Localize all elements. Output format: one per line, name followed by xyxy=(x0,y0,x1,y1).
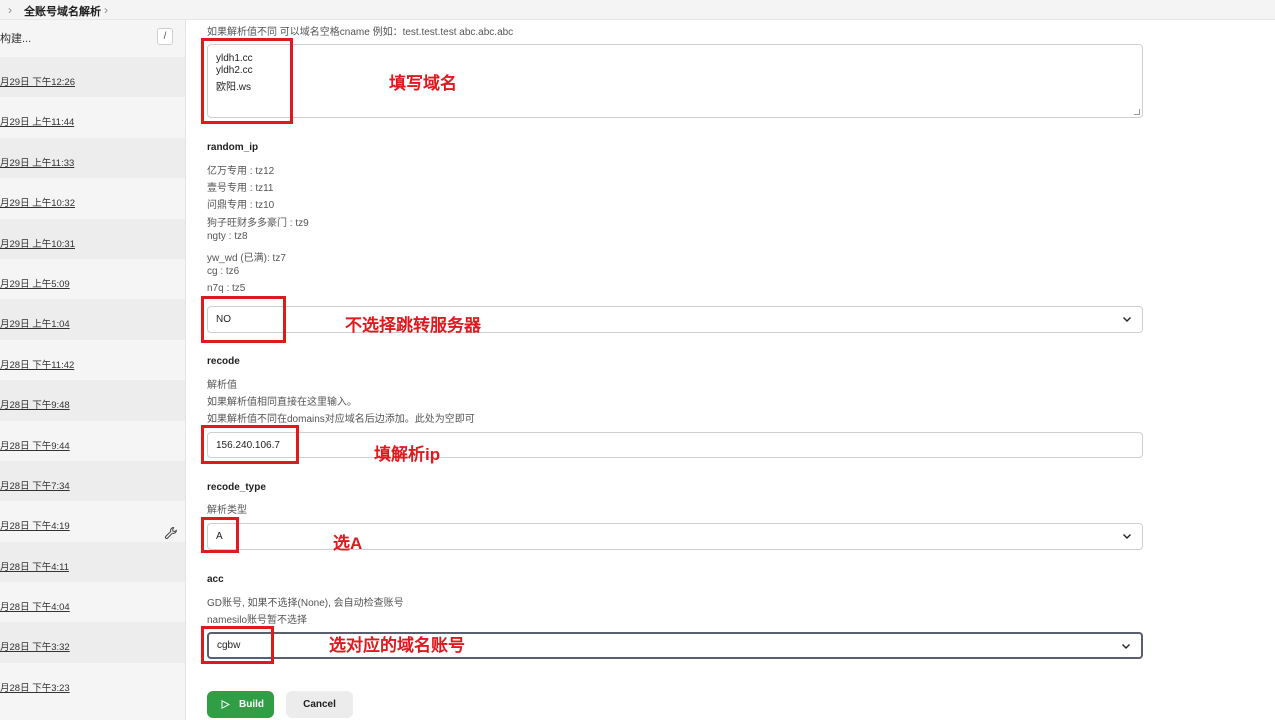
build-link[interactable]: 月28日 下午4:04 xyxy=(0,599,70,613)
filter-shortcut-key: / xyxy=(157,28,173,45)
cancel-button[interactable]: Cancel xyxy=(286,691,353,718)
annotation-note-acc: 选对应的域名账号 xyxy=(329,636,465,655)
annotation-box-recode-type xyxy=(201,517,239,553)
build-link[interactable]: 月29日 上午10:32 xyxy=(0,195,75,209)
annotation-note-random-ip: 不选择跳转服务器 xyxy=(345,316,481,335)
history-row: 月28日 下午3:32 xyxy=(0,622,185,663)
breadcrumb-chevron-icon: › xyxy=(8,3,12,17)
history-row: 月29日 上午10:32 xyxy=(0,178,185,218)
recode-desc: 解析值 xyxy=(207,380,237,391)
resize-handle-icon[interactable] xyxy=(1134,109,1140,115)
history-row: 月28日 下午4:11 xyxy=(0,541,185,583)
build-link[interactable]: 月28日 下午11:42 xyxy=(0,357,74,371)
acc-desc: GD账号, 如果不选择(None), 会自动检查账号 xyxy=(207,598,404,609)
recode-label: recode xyxy=(207,356,240,367)
history-row: 月28日 下午9:48 xyxy=(0,380,185,421)
domains-hint: 如果解析值不同 可以域名空格cname 例如：test.test.test ab… xyxy=(207,27,514,38)
annotation-note-domains: 填写域名 xyxy=(389,74,457,93)
chevron-down-icon xyxy=(1123,317,1131,322)
build-filter-placeholder: 构建... xyxy=(0,33,32,45)
random-ip-label: random_ip xyxy=(207,142,259,153)
history-row: 月28日 下午11:42 xyxy=(0,340,185,380)
recode-desc: 如果解析值相同直接在这里输入。 xyxy=(207,397,357,408)
random-ip-option-desc: 问鼎专用 : tz10 xyxy=(207,200,275,211)
build-link[interactable]: 月28日 下午7:34 xyxy=(0,478,70,492)
random-ip-option-desc: 壹号专用 : tz11 xyxy=(207,183,274,194)
build-filter[interactable]: 构建... / xyxy=(0,26,178,50)
breadcrumb-chevron-icon: › xyxy=(104,3,108,17)
build-link[interactable]: 月29日 上午11:44 xyxy=(0,114,74,128)
chevron-down-icon xyxy=(1123,534,1131,539)
random-ip-option-desc: ngty : tz8 xyxy=(207,231,248,242)
history-row: 月29日 上午10:31 xyxy=(0,218,185,259)
build-parameters-form: 如果解析值不同 可以域名空格cname 例如：test.test.test ab… xyxy=(186,20,1275,720)
build-link[interactable]: 月29日 上午1:04 xyxy=(0,316,70,330)
history-row: 月28日 下午9:44 xyxy=(0,421,185,461)
breadcrumb: › 全账号域名解析 › xyxy=(0,0,1275,20)
history-row: 月28日 下午7:34 xyxy=(0,460,185,502)
history-row: 月29日 上午11:44 xyxy=(0,97,185,137)
history-row: 月29日 上午5:09 xyxy=(0,259,185,299)
annotation-box-random-ip xyxy=(201,296,286,343)
recode-type-desc: 解析类型 xyxy=(207,505,247,516)
recode-type-label: recode_type xyxy=(207,482,266,493)
history-row: 月29日 下午12:26 xyxy=(0,57,185,98)
annotation-box-domains xyxy=(201,38,293,124)
build-link[interactable]: 月29日 上午11:33 xyxy=(0,155,74,169)
build-link[interactable]: 月28日 下午4:11 xyxy=(0,559,69,573)
annotation-note-recode: 填解析ip xyxy=(374,445,441,464)
annotation-box-acc xyxy=(201,626,274,664)
random-ip-option-desc: 狗子旺财多多豪门 : tz9 xyxy=(207,218,309,229)
random-ip-option-desc: yw_wd (已满): tz7 xyxy=(207,253,286,264)
history-row: 月28日 下午3:23 xyxy=(0,663,185,703)
chevron-down-icon xyxy=(1122,644,1130,649)
recode-desc: 如果解析值不同在domains对应域名后边添加。此处为空即可 xyxy=(207,414,475,425)
build-link[interactable]: 月28日 下午3:32 xyxy=(0,639,70,653)
build-link[interactable]: 月29日 上午5:09 xyxy=(0,276,70,290)
random-ip-option-desc: 亿万专用 : tz12 xyxy=(207,166,275,177)
build-link[interactable]: 月28日 下午4:19 xyxy=(0,518,70,532)
history-row: 月29日 上午1:04 xyxy=(0,299,185,340)
breadcrumb-job-link[interactable]: 全账号域名解析 xyxy=(24,3,101,19)
build-button[interactable]: Build xyxy=(207,691,274,718)
build-link[interactable]: 月29日 下午12:26 xyxy=(0,74,75,88)
annotation-box-recode xyxy=(201,425,299,464)
domains-textarea[interactable]: yldh1.cc yldh2.cc 欧阳.ws xyxy=(207,44,1143,118)
annotation-note-recode-type: 选A xyxy=(333,534,363,553)
build-link[interactable]: 月28日 下午9:48 xyxy=(0,397,70,411)
recode-input[interactable]: 156.240.106.7 xyxy=(207,432,1143,458)
build-link[interactable]: 月28日 下午3:23 xyxy=(0,680,70,694)
history-row: 月28日 下午4:19 xyxy=(0,501,185,541)
random-ip-option-desc: cg : tz6 xyxy=(207,266,240,277)
build-button-label: Build xyxy=(239,699,264,710)
history-row: 月28日 下午4:04 xyxy=(0,582,185,622)
wrench-icon[interactable] xyxy=(164,526,178,540)
history-row: 月29日 上午11:33 xyxy=(0,137,185,179)
acc-desc: namesilo账号暂不选择 xyxy=(207,615,308,626)
build-link[interactable]: 月28日 下午9:44 xyxy=(0,438,70,452)
acc-label: acc xyxy=(207,574,224,585)
build-history-list: 月29日 下午12:26 月29日 上午11:44 月29日 上午11:33 月… xyxy=(0,57,185,703)
random-ip-option-desc: n7q : tz5 xyxy=(207,283,246,294)
build-link[interactable]: 月29日 上午10:31 xyxy=(0,236,75,250)
play-icon xyxy=(221,700,230,709)
build-history-sidebar: 构建... / 月29日 下午12:26 月29日 上午11:44 月29日 上… xyxy=(0,20,186,720)
